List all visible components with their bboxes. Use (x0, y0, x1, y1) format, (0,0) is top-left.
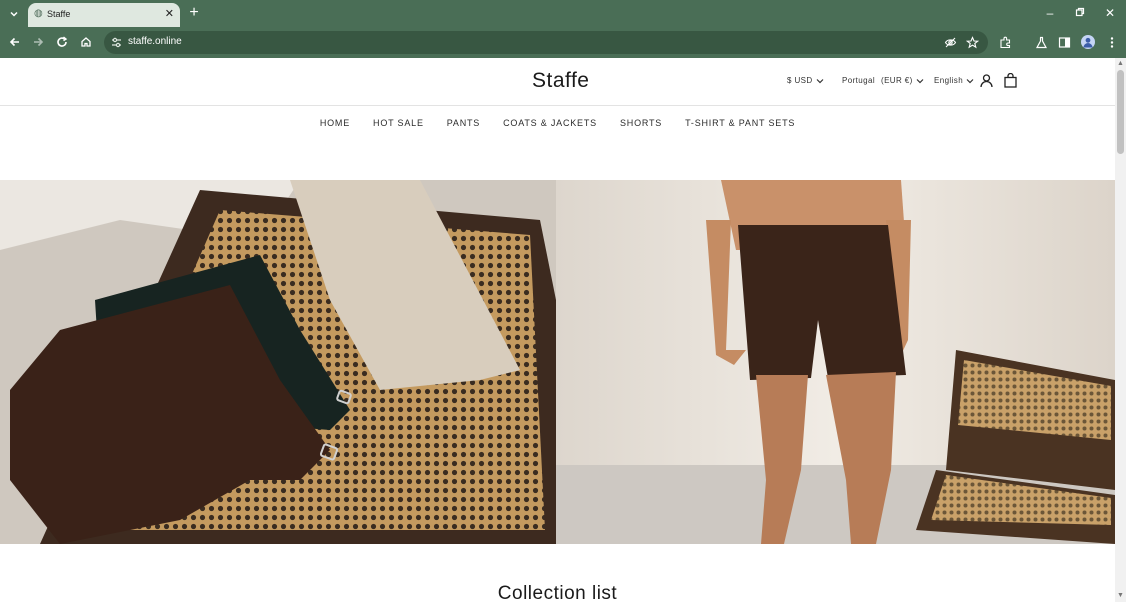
forward-button[interactable] (30, 34, 46, 50)
language-label: English (934, 76, 964, 85)
person-icon (1083, 37, 1093, 48)
language-selector[interactable]: English (934, 76, 974, 85)
store-logo[interactable]: Staffe (532, 69, 590, 93)
close-tab-icon[interactable]: ✕ (165, 7, 174, 21)
browser-toolbar: staffe.online (0, 27, 1126, 58)
more-menu-icon[interactable] (1104, 34, 1120, 50)
back-button[interactable] (7, 34, 23, 50)
menu-item-coats-jackets[interactable]: COATS & JACKETS (503, 118, 597, 128)
country-currency-label: (EUR €) (881, 76, 913, 85)
currency-label: $ USD (787, 76, 813, 85)
tab-search-button[interactable] (4, 4, 24, 24)
url-text[interactable]: staffe.online (128, 36, 182, 47)
folded-shorts-illustration (0, 180, 556, 544)
site-info-icon[interactable] (110, 36, 123, 49)
close-window-icon[interactable]: ✕ (1103, 6, 1117, 20)
chevron-down-icon (816, 78, 823, 83)
star-icon[interactable] (965, 35, 980, 50)
country-label: Portugal (842, 76, 875, 85)
page-viewport: Staffe $ USD Portugal (EUR €) English HO… (0, 58, 1115, 602)
country-selector[interactable]: Portugal (EUR €) (842, 76, 924, 85)
globe-icon: ◍ (34, 8, 43, 19)
home-button[interactable] (78, 34, 94, 50)
profile-avatar[interactable] (1081, 35, 1095, 49)
page-scrollbar[interactable]: ▲ ▼ (1115, 58, 1126, 602)
collection-list-heading: Collection list (497, 583, 618, 602)
extensions-icon[interactable] (997, 34, 1013, 50)
browser-tab-active[interactable]: ◍ Staffe ✕ (28, 3, 180, 27)
tab-title: Staffe (47, 9, 71, 19)
browser-tabstrip: ◍ Staffe ✕ + – ✕ (0, 0, 1126, 27)
arrow-right-icon (34, 37, 44, 47)
chevron-down-icon (916, 78, 924, 83)
reload-button[interactable] (54, 34, 70, 50)
restore-icon[interactable] (1073, 6, 1087, 20)
menu-item-hot-sale[interactable]: HOT SALE (373, 118, 424, 128)
hero-image-left[interactable] (0, 180, 556, 544)
main-menu: HOME HOT SALE PANTS COATS & JACKETS SHOR… (0, 118, 1115, 128)
arrow-left-icon (9, 37, 19, 47)
chevron-down-icon (10, 11, 18, 17)
menu-item-shorts[interactable]: SHORTS (620, 118, 662, 128)
new-tab-button[interactable]: + (186, 5, 202, 21)
menu-item-home[interactable]: HOME (320, 118, 350, 128)
address-bar[interactable]: staffe.online (104, 31, 988, 54)
reload-icon (57, 36, 68, 47)
scroll-up-icon[interactable]: ▲ (1117, 60, 1124, 67)
cart-bag-icon[interactable] (1003, 72, 1018, 88)
chevron-down-icon (966, 78, 974, 83)
side-panel-icon[interactable] (1056, 34, 1072, 50)
scroll-down-icon[interactable]: ▼ (1117, 592, 1124, 599)
menu-item-pants[interactable]: PANTS (447, 118, 480, 128)
account-icon[interactable] (979, 73, 994, 88)
scroll-thumb[interactable] (1117, 70, 1124, 154)
header-divider (0, 105, 1115, 106)
eye-off-icon[interactable] (943, 35, 958, 50)
model-shorts-illustration (556, 180, 1115, 544)
menu-item-tshirt-pant-sets[interactable]: T-SHIRT & PANT SETS (685, 118, 795, 128)
labs-flask-icon[interactable] (1033, 34, 1049, 50)
minimize-icon[interactable]: – (1043, 6, 1057, 20)
currency-selector[interactable]: $ USD (787, 76, 824, 85)
hero-image-right[interactable] (556, 180, 1115, 544)
home-icon (81, 37, 91, 47)
